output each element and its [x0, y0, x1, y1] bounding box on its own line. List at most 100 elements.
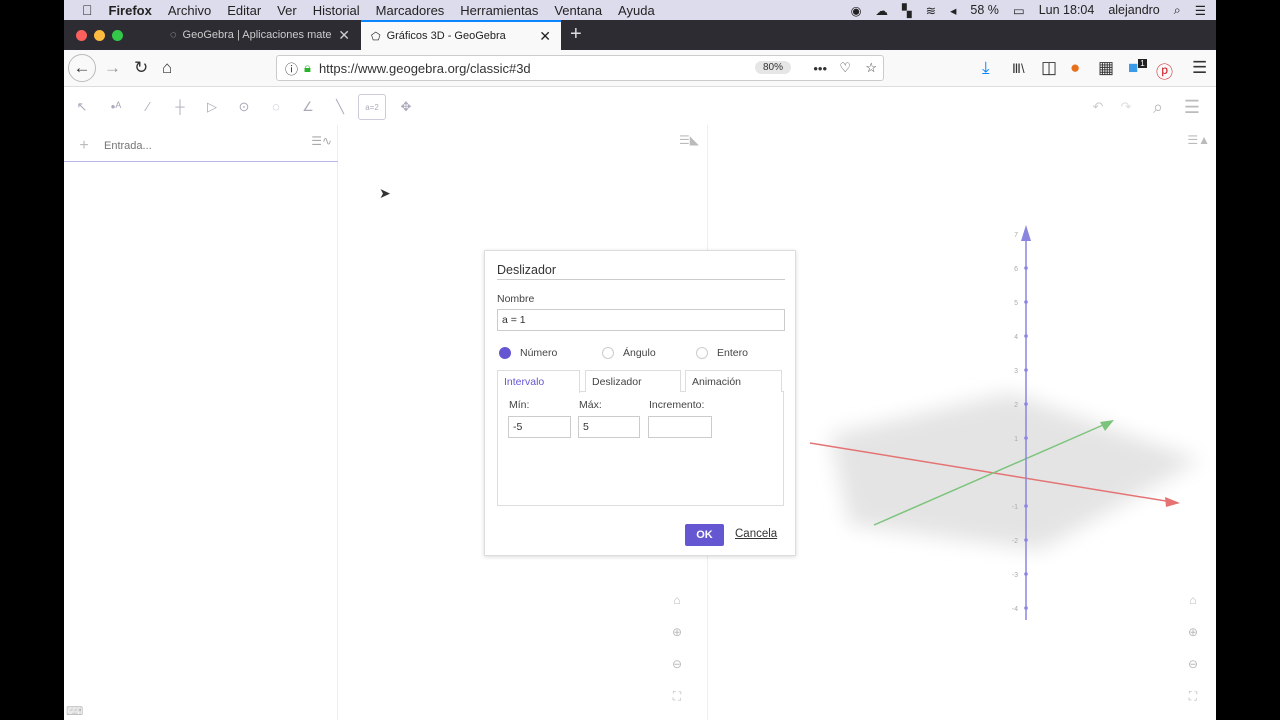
- keyboard-style-icon[interactable]: ☰∿: [311, 134, 332, 148]
- undo-icon[interactable]: ↶: [1084, 94, 1112, 120]
- pinterest-icon[interactable]: ⓟ: [1156, 58, 1173, 83]
- grid-icon[interactable]: ▚: [902, 3, 912, 18]
- forward-button[interactable]: →: [104, 58, 121, 78]
- maximize-window-button[interactable]: [112, 30, 123, 41]
- z-tick: [1024, 538, 1028, 542]
- line-tool-icon[interactable]: ⁄: [134, 94, 162, 120]
- close-window-button[interactable]: [76, 30, 87, 41]
- tab-animacion[interactable]: Animación: [685, 370, 782, 392]
- close-tab-icon[interactable]: ✕: [338, 27, 350, 44]
- radio-button[interactable]: [499, 347, 511, 359]
- algebra-input[interactable]: [104, 139, 294, 152]
- redo-icon[interactable]: ↷: [1112, 94, 1140, 120]
- spotlight-icon[interactable]: ⌕: [1174, 3, 1181, 18]
- menu-app[interactable]: Firefox: [109, 3, 152, 18]
- z-tick-label: 6: [1014, 266, 1018, 273]
- sidebar-icon[interactable]: ◫: [1041, 58, 1057, 78]
- min-input[interactable]: [508, 416, 571, 438]
- perpendicular-tool-icon[interactable]: ┼: [166, 94, 194, 120]
- tab-geogebra-apps[interactable]: ◌ GeoGebra | Aplicaciones mate ✕: [160, 20, 360, 50]
- user-name[interactable]: alejandro: [1108, 3, 1159, 17]
- circle-tool-icon[interactable]: ⊙: [230, 94, 258, 120]
- close-tab-icon[interactable]: ✕: [539, 28, 551, 45]
- menu-ventana[interactable]: Ventana: [554, 3, 602, 18]
- menu-herramientas[interactable]: Herramientas: [460, 3, 538, 18]
- home-button[interactable]: ⌂: [162, 58, 172, 78]
- record-icon[interactable]: ◉: [851, 3, 862, 18]
- volume-icon[interactable]: ◂: [950, 3, 956, 18]
- style-bar-toggle-icon[interactable]: ☰◣: [679, 133, 699, 147]
- url-bar[interactable]: ⓘ 🔒︎ https://www.geogebra.org/classic#3d…: [276, 55, 884, 81]
- max-input[interactable]: [578, 416, 640, 438]
- search-icon[interactable]: ⌕: [1144, 94, 1172, 120]
- pocket-icon[interactable]: ♡: [839, 60, 851, 76]
- clock[interactable]: Lun 18:04: [1039, 3, 1095, 17]
- move-tool-icon[interactable]: ↖: [68, 94, 96, 120]
- add-icon[interactable]: +: [64, 137, 104, 155]
- fullscreen-icon[interactable]: ⛶: [1182, 685, 1204, 707]
- zoom-in-icon[interactable]: ⊕: [666, 621, 688, 643]
- extension-grid-icon[interactable]: ▦: [1098, 58, 1114, 78]
- name-input[interactable]: [497, 309, 785, 331]
- tab-intervalo[interactable]: Intervalo: [497, 370, 580, 393]
- z-tick: [1024, 436, 1028, 440]
- minimize-window-button[interactable]: [94, 30, 105, 41]
- reflect-tool-icon[interactable]: ╲: [326, 94, 354, 120]
- bookmark-star-icon[interactable]: ☆: [865, 60, 877, 76]
- cloud-icon[interactable]: ☁: [876, 3, 889, 18]
- z-tick-label: 5: [1014, 300, 1018, 307]
- keyboard-icon[interactable]: ⌨: [66, 704, 83, 718]
- battery-percent[interactable]: 58 %: [970, 3, 999, 17]
- downloads-icon[interactable]: ⤓: [982, 58, 990, 78]
- apple-icon[interactable]: : [82, 2, 93, 18]
- zoom-in-icon[interactable]: ⊕: [1182, 621, 1204, 643]
- point-tool-icon[interactable]: •ᴬ: [102, 94, 130, 120]
- page-actions-icon[interactable]: •••: [813, 61, 827, 76]
- notification-center-icon[interactable]: ☰: [1195, 3, 1206, 18]
- slider-tool-icon[interactable]: a=2: [358, 94, 386, 120]
- algebra-view: + ☰∿ ⌨: [64, 125, 338, 720]
- max-label: Máx:: [579, 399, 602, 411]
- menu-marcadores[interactable]: Marcadores: [376, 3, 445, 18]
- home-view-icon[interactable]: ⌂: [1182, 589, 1204, 611]
- zoom-out-icon[interactable]: ⊖: [1182, 653, 1204, 675]
- library-icon[interactable]: Ⅲ\: [1012, 61, 1025, 77]
- menu-historial[interactable]: Historial: [313, 3, 360, 18]
- z-tick-label: -4: [1012, 606, 1018, 613]
- menu-editar[interactable]: Editar: [227, 3, 261, 18]
- move-view-tool-icon[interactable]: ✥: [392, 94, 420, 120]
- menu-ayuda[interactable]: Ayuda: [618, 3, 655, 18]
- battery-icon: ▭: [1012, 3, 1025, 18]
- reload-button[interactable]: ↻: [134, 58, 148, 78]
- menu-ver[interactable]: Ver: [277, 3, 297, 18]
- radio-entero[interactable]: Entero: [696, 347, 748, 359]
- back-button[interactable]: ←: [68, 54, 96, 82]
- extension-notify-icon[interactable]: ■ 1: [1128, 58, 1147, 78]
- radio-button[interactable]: [696, 347, 708, 359]
- conic-tool-icon[interactable]: ◌: [262, 94, 290, 120]
- increment-input[interactable]: [648, 416, 712, 438]
- radio-angulo[interactable]: Ángulo: [602, 347, 656, 359]
- tab-deslizador[interactable]: Deslizador: [585, 370, 681, 392]
- polygon-tool-icon[interactable]: ▷: [198, 94, 226, 120]
- radio-button[interactable]: [602, 347, 614, 359]
- new-tab-button[interactable]: +: [570, 23, 582, 46]
- ok-button[interactable]: OK: [685, 524, 724, 546]
- zoom-level[interactable]: 80%: [754, 61, 791, 74]
- angle-tool-icon[interactable]: ∠: [294, 94, 322, 120]
- browser-menu-icon[interactable]: ☰: [1192, 58, 1207, 78]
- home-view-icon[interactable]: ⌂: [666, 589, 688, 611]
- tab-graficos-3d[interactable]: ⬠ Gráficos 3D - GeoGebra ✕: [361, 20, 561, 50]
- url-text[interactable]: https://www.geogebra.org/classic#3d: [319, 61, 531, 76]
- radio-numero[interactable]: Número: [499, 347, 557, 359]
- cancel-button[interactable]: Cancela: [735, 528, 777, 540]
- info-icon[interactable]: ⓘ: [285, 59, 298, 78]
- zoom-out-icon[interactable]: ⊖: [666, 653, 688, 675]
- main-menu-icon[interactable]: ☰: [1178, 94, 1206, 120]
- slider-dialog: Deslizador Nombre Número Ángulo Entero M…: [484, 250, 796, 556]
- extension-orange-icon[interactable]: ●: [1070, 58, 1080, 78]
- fullscreen-icon[interactable]: ⛶: [666, 685, 688, 707]
- wifi-icon[interactable]: ≋: [926, 3, 936, 18]
- z-tick: [1024, 266, 1028, 270]
- menu-archivo[interactable]: Archivo: [168, 3, 211, 18]
